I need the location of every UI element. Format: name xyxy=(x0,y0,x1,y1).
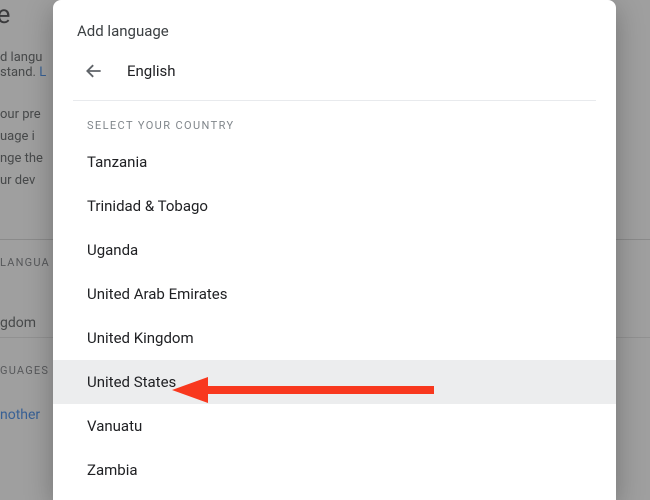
country-item[interactable]: Uganda xyxy=(53,228,616,272)
dialog-title: Add language xyxy=(53,0,616,48)
country-item[interactable]: Tanzania xyxy=(53,140,616,184)
selected-language-row[interactable]: English xyxy=(73,48,596,101)
country-item[interactable]: Trinidad & Tobago xyxy=(53,184,616,228)
add-language-dialog: Add language English SELECT YOUR COUNTRY… xyxy=(53,0,616,500)
country-item[interactable]: Zambia xyxy=(53,448,616,492)
country-item[interactable]: United Kingdom xyxy=(53,316,616,360)
country-item[interactable]: United States xyxy=(53,360,616,404)
country-section-label: SELECT YOUR COUNTRY xyxy=(53,101,616,140)
country-list: TanzaniaTrinidad & TobagoUgandaUnited Ar… xyxy=(53,140,616,500)
country-item[interactable]: United Arab Emirates xyxy=(53,272,616,316)
country-item[interactable]: Vanuatu xyxy=(53,404,616,448)
selected-language-label: English xyxy=(127,62,176,80)
back-arrow-icon[interactable] xyxy=(83,60,105,82)
